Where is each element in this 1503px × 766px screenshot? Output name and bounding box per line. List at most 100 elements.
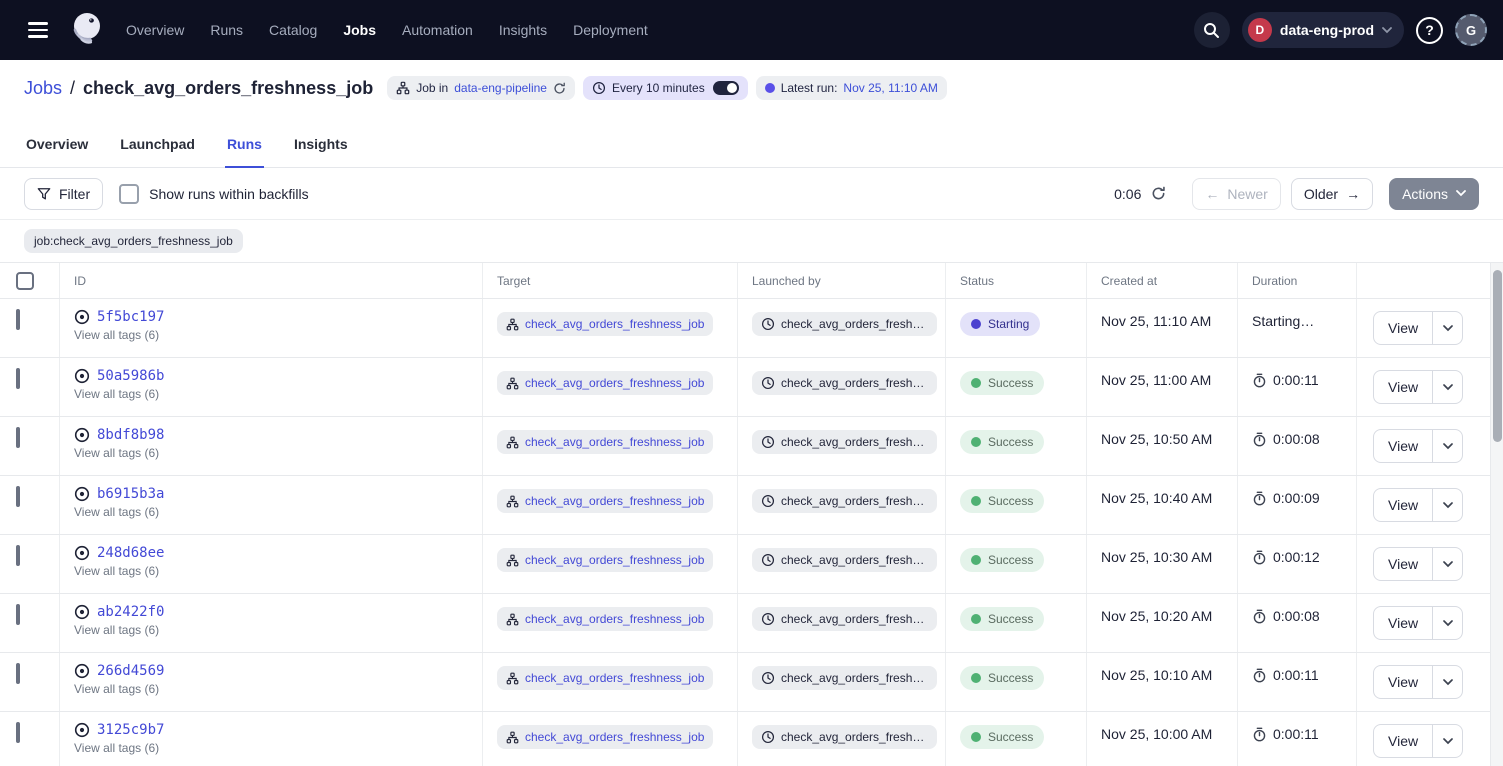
view-button[interactable]: View <box>1374 666 1432 698</box>
nav-item-insights[interactable]: Insights <box>499 22 547 38</box>
scrollbar-thumb[interactable] <box>1493 270 1502 442</box>
tab-overview[interactable]: Overview <box>24 136 90 168</box>
view-all-tags-link[interactable]: View all tags (6) <box>74 446 474 460</box>
pipeline-link[interactable]: data-eng-pipeline <box>454 81 547 95</box>
target-job-link[interactable]: check_avg_orders_freshness_job <box>525 317 704 331</box>
nav-item-deployment[interactable]: Deployment <box>573 22 648 38</box>
run-id-link[interactable]: 266d4569 <box>97 663 164 679</box>
run-id-link[interactable]: 50a5986b <box>97 368 164 384</box>
run-target-icon <box>74 427 90 443</box>
table-row: 5f5bc197 View all tags (6) check_avg_ord… <box>0 299 1503 358</box>
run-id-link[interactable]: b6915b3a <box>97 486 164 502</box>
select-all-checkbox[interactable] <box>16 272 34 290</box>
view-dropdown-button[interactable] <box>1432 312 1462 344</box>
run-id-link[interactable]: 5f5bc197 <box>97 309 164 325</box>
reload-icon[interactable] <box>553 82 566 95</box>
status-label: Success <box>988 671 1033 685</box>
search-button[interactable] <box>1194 12 1230 48</box>
nav-item-runs[interactable]: Runs <box>210 22 243 38</box>
nav-item-overview[interactable]: Overview <box>126 22 184 38</box>
view-all-tags-link[interactable]: View all tags (6) <box>74 387 474 401</box>
job-filter-tag[interactable]: job:check_avg_orders_freshness_job <box>24 229 243 253</box>
run-id-link[interactable]: ab2422f0 <box>97 604 164 620</box>
row-checkbox[interactable] <box>16 309 20 330</box>
run-target-icon <box>74 722 90 738</box>
table-row: b6915b3a View all tags (6) check_avg_ord… <box>0 476 1503 535</box>
page-header: Jobs / check_avg_orders_freshness_job Jo… <box>0 60 1503 116</box>
nav-item-automation[interactable]: Automation <box>402 22 473 38</box>
tab-insights[interactable]: Insights <box>292 136 350 168</box>
schedule-toggle[interactable] <box>713 81 739 95</box>
run-id-link[interactable]: 248d68ee <box>97 545 164 561</box>
row-checkbox[interactable] <box>16 427 20 448</box>
target-job-link[interactable]: check_avg_orders_freshness_job <box>525 494 704 508</box>
row-checkbox[interactable] <box>16 486 20 507</box>
target-job-link[interactable]: check_avg_orders_freshness_job <box>525 671 704 685</box>
status-cell: Success <box>945 653 1086 711</box>
refresh-icon[interactable] <box>1151 186 1166 201</box>
latest-run-link[interactable]: Nov 25, 11:10 AM <box>843 81 938 95</box>
run-target-icon <box>74 545 90 561</box>
schedule-badge: Every 10 minutes <box>583 76 748 100</box>
target-job-link[interactable]: check_avg_orders_freshness_job <box>525 376 704 390</box>
actions-button[interactable]: Actions <box>1389 178 1479 210</box>
older-button[interactable]: Older → <box>1291 178 1373 210</box>
target-job-link[interactable]: check_avg_orders_freshness_job <box>525 730 704 744</box>
target-job-link[interactable]: check_avg_orders_freshness_job <box>525 553 704 567</box>
question-mark-icon: ? <box>1425 22 1434 38</box>
view-dropdown-button[interactable] <box>1432 607 1462 639</box>
view-all-tags-link[interactable]: View all tags (6) <box>74 505 474 519</box>
view-dropdown-button[interactable] <box>1432 725 1462 757</box>
target-job-link[interactable]: check_avg_orders_freshness_job <box>525 612 704 626</box>
launched-by-cell: check_avg_orders_freshn… <box>737 653 945 711</box>
run-id-link[interactable]: 8bdf8b98 <box>97 427 164 443</box>
row-checkbox[interactable] <box>16 663 20 684</box>
created-at-value: Nov 25, 10:20 AM <box>1101 604 1229 624</box>
view-all-tags-link[interactable]: View all tags (6) <box>74 328 474 342</box>
tab-runs[interactable]: Runs <box>225 136 264 168</box>
view-button[interactable]: View <box>1374 312 1432 344</box>
breadcrumb-jobs-link[interactable]: Jobs <box>24 78 62 99</box>
status-label: Success <box>988 730 1033 744</box>
row-checkbox[interactable] <box>16 545 20 566</box>
view-all-tags-link[interactable]: View all tags (6) <box>74 564 474 578</box>
target-job-link[interactable]: check_avg_orders_freshness_job <box>525 435 704 449</box>
workspace-switcher[interactable]: D data-eng-prod <box>1242 12 1404 48</box>
view-dropdown-button[interactable] <box>1432 666 1462 698</box>
view-dropdown-button[interactable] <box>1432 430 1462 462</box>
help-button[interactable]: ? <box>1416 17 1443 44</box>
view-button[interactable]: View <box>1374 607 1432 639</box>
hamburger-menu-button[interactable] <box>18 10 58 50</box>
view-all-tags-link[interactable]: View all tags (6) <box>74 682 474 696</box>
vertical-scrollbar[interactable] <box>1490 263 1503 766</box>
job-graph-icon <box>506 554 519 567</box>
nav-item-catalog[interactable]: Catalog <box>269 22 317 38</box>
view-dropdown-button[interactable] <box>1432 371 1462 403</box>
latest-run-badge: Latest run: Nov 25, 11:10 AM <box>756 76 947 100</box>
row-checkbox[interactable] <box>16 722 20 743</box>
nav-item-jobs[interactable]: Jobs <box>343 22 376 38</box>
row-checkbox[interactable] <box>16 368 20 389</box>
run-id-link[interactable]: 3125c9b7 <box>97 722 164 738</box>
duration-cell: Starting… <box>1237 299 1356 357</box>
view-button[interactable]: View <box>1374 725 1432 757</box>
target-cell: check_avg_orders_freshness_job <box>482 712 737 766</box>
filter-button[interactable]: Filter <box>24 178 103 210</box>
tab-launchpad[interactable]: Launchpad <box>118 136 197 168</box>
backfills-checkbox[interactable] <box>119 184 139 204</box>
view-button[interactable]: View <box>1374 548 1432 580</box>
row-checkbox[interactable] <box>16 604 20 625</box>
status-badge: Success <box>960 548 1044 572</box>
view-all-tags-link[interactable]: View all tags (6) <box>74 741 474 755</box>
target-cell: check_avg_orders_freshness_job <box>482 476 737 534</box>
view-all-tags-link[interactable]: View all tags (6) <box>74 623 474 637</box>
created-at-value: Nov 25, 11:00 AM <box>1101 368 1229 388</box>
view-dropdown-button[interactable] <box>1432 548 1462 580</box>
user-avatar[interactable]: G <box>1455 14 1487 46</box>
view-button[interactable]: View <box>1374 371 1432 403</box>
run-id-cell: 266d4569 View all tags (6) <box>59 653 482 711</box>
view-dropdown-button[interactable] <box>1432 489 1462 521</box>
view-button[interactable]: View <box>1374 430 1432 462</box>
view-button[interactable]: View <box>1374 489 1432 521</box>
newer-button[interactable]: ← Newer <box>1192 178 1280 210</box>
